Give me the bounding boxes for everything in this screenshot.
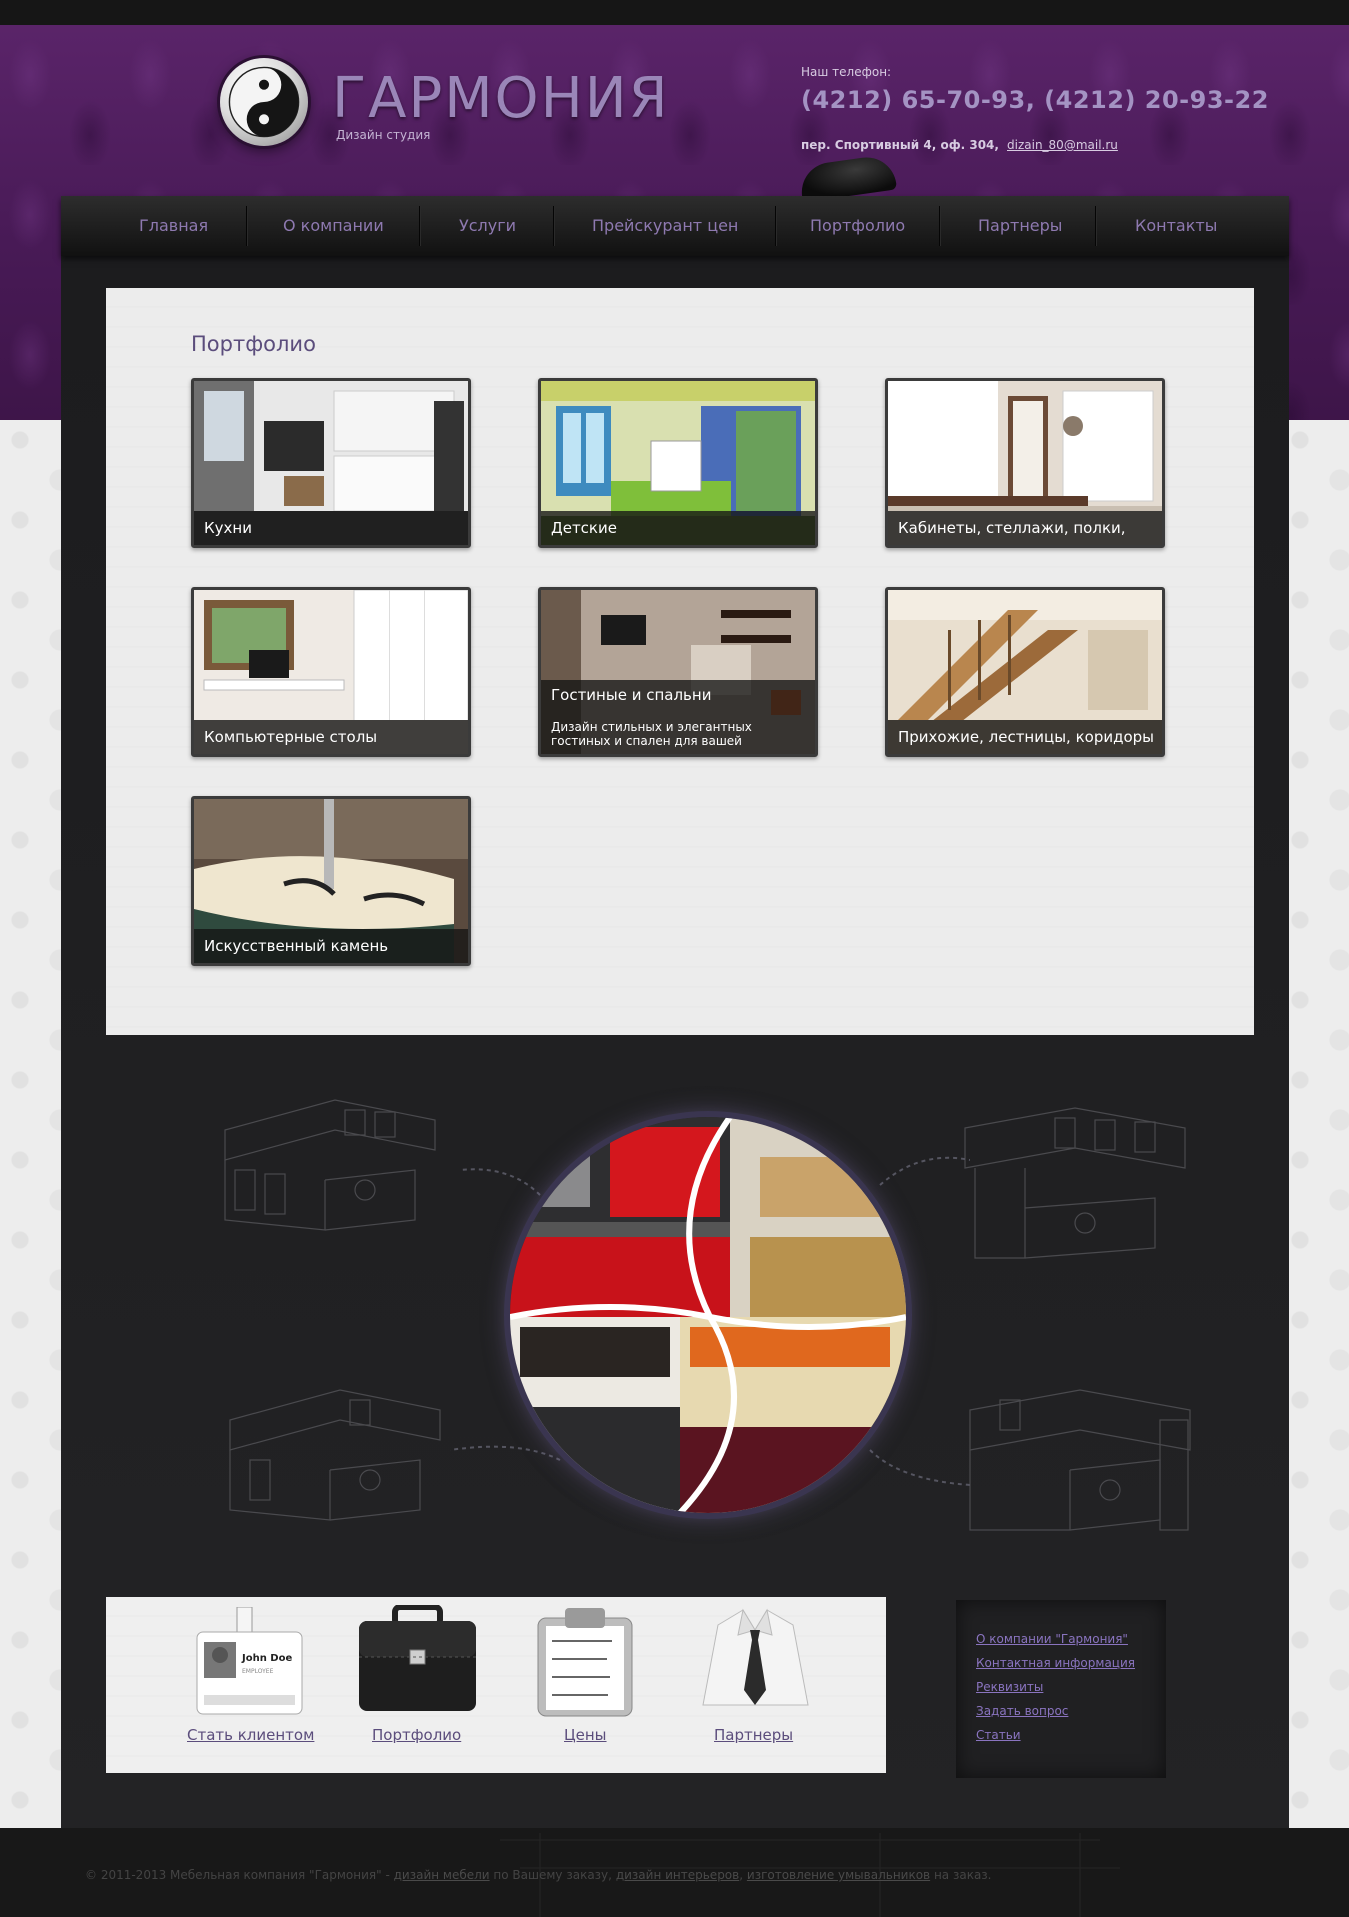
- kitchen-sketch-top-left: [224, 1099, 436, 1231]
- badge-role: EMPLOYEE: [242, 1668, 274, 1675]
- footer-furniture-design-link[interactable]: дизайн мебели: [394, 1868, 490, 1882]
- card-caption: Гостиные и спальни Дизайн стильных и эле…: [541, 680, 815, 754]
- briefcase-icon[interactable]: [355, 1605, 480, 1715]
- become-client-link[interactable]: Стать клиентом: [187, 1726, 314, 1744]
- page-title: Портфолио: [191, 332, 316, 356]
- ask-question-link[interactable]: Задать вопрос: [976, 1704, 1068, 1718]
- card-caption: Компьютерные столы: [194, 720, 468, 754]
- portfolio-card-computer-desks[interactable]: Компьютерные столы: [191, 587, 471, 757]
- nav-divider: [419, 206, 421, 246]
- card-caption: Искусственный камень: [194, 929, 468, 963]
- top-strip: [0, 0, 1349, 25]
- portfolio-link[interactable]: Портфолио: [372, 1726, 461, 1744]
- kitchen-sketch-bottom-left: [229, 1389, 441, 1521]
- nav-item-about[interactable]: О компании: [283, 216, 384, 235]
- card-label: Кухни: [204, 519, 252, 537]
- card-label: Компьютерные столы: [204, 728, 378, 746]
- kitchen-collage-circle: [510, 1117, 906, 1513]
- card-caption: Детские: [541, 511, 815, 545]
- email-link[interactable]: dizain_80@mail.ru: [1007, 138, 1118, 152]
- nav-divider: [939, 206, 941, 246]
- portfolio-card-artificial-stone[interactable]: Искусственный камень: [191, 796, 471, 966]
- info-links-box: О компании "Гармония" Контактная информа…: [956, 1600, 1166, 1778]
- brand-subtitle: Дизайн студия: [336, 128, 431, 142]
- card-caption: Прихожие, лестницы, коридоры: [888, 720, 1162, 754]
- nav-item-prices[interactable]: Прейскурант цен: [592, 216, 738, 235]
- footer-mid-text: по Вашему заказу,: [493, 1868, 612, 1882]
- footer-sinks-link[interactable]: изготовление умывальников: [747, 1868, 930, 1882]
- shirt-tie-partners-icon[interactable]: [698, 1605, 813, 1717]
- badge-name: John Doe: [241, 1653, 292, 1664]
- portfolio-card-hallways[interactable]: Прихожие, лестницы, коридоры: [885, 587, 1165, 757]
- address: пер. Спортивный 4, оф. 304,: [801, 138, 999, 152]
- nav-item-home[interactable]: Главная: [139, 216, 208, 235]
- partners-link[interactable]: Партнеры: [714, 1726, 793, 1744]
- kitchen-sketch-bottom-right: [969, 1389, 1191, 1531]
- card-label: Гостиные и спальни: [551, 686, 712, 704]
- footer-suffix: на заказ.: [933, 1868, 992, 1882]
- footer-prefix: © 2011-2013 Мебельная компания "Гармония…: [85, 1868, 390, 1882]
- nav-divider: [553, 206, 555, 246]
- requisites-link[interactable]: Реквизиты: [976, 1680, 1043, 1694]
- about-company-link[interactable]: О компании "Гармония": [976, 1632, 1128, 1646]
- card-caption: Кабинеты, стеллажи, полки,: [888, 511, 1162, 545]
- brand-name[interactable]: ГАРМОНИЯ: [332, 66, 670, 131]
- portfolio-card-kids[interactable]: Детские: [538, 378, 818, 548]
- card-description: Дизайн стильных и элегантных гостиных и …: [551, 720, 752, 748]
- portfolio-card-kitchens[interactable]: Кухни: [191, 378, 471, 548]
- portfolio-card-offices[interactable]: Кабинеты, стеллажи, полки,: [885, 378, 1165, 548]
- main-nav: Главная О компании Услуги Прейскурант це…: [61, 196, 1289, 256]
- contact-info-link[interactable]: Контактная информация: [976, 1656, 1135, 1670]
- card-label: Детские: [551, 519, 617, 537]
- nav-divider: [246, 206, 248, 246]
- nav-divider: [1095, 206, 1097, 246]
- nav-item-partners[interactable]: Партнеры: [978, 216, 1062, 235]
- footer-interior-design-link[interactable]: дизайн интерьеров: [616, 1868, 739, 1882]
- card-label: Искусственный камень: [204, 937, 389, 955]
- nav-item-services[interactable]: Услуги: [459, 216, 516, 235]
- phone-numbers: (4212) 65-70-93, (4212) 20-93-22: [801, 86, 1269, 114]
- nav-divider: [775, 206, 777, 246]
- employee-badge-icon[interactable]: John Doe EMPLOYEE: [192, 1607, 307, 1717]
- clipboard-price-list-icon[interactable]: [530, 1606, 640, 1718]
- phone-label: Наш телефон:: [801, 65, 892, 79]
- kitchen-sketch-top-right: [964, 1107, 1186, 1259]
- prices-link[interactable]: Цены: [564, 1726, 607, 1744]
- yin-yang-logo-icon[interactable]: [220, 58, 308, 146]
- nav-item-contacts[interactable]: Контакты: [1135, 216, 1217, 235]
- card-label: Прихожие, лестницы, коридоры: [898, 728, 1154, 746]
- nav-item-portfolio[interactable]: Портфолио: [810, 216, 905, 235]
- footer-copyright: © 2011-2013 Мебельная компания "Гармония…: [85, 1868, 992, 1882]
- articles-link[interactable]: Статьи: [976, 1728, 1021, 1742]
- card-label: Кабинеты, стеллажи, полки,: [898, 519, 1126, 537]
- footer-separator: ,: [739, 1868, 744, 1882]
- card-caption: Кухни: [194, 511, 468, 545]
- portfolio-card-living-rooms[interactable]: Гостиные и спальни Дизайн стильных и эле…: [538, 587, 818, 757]
